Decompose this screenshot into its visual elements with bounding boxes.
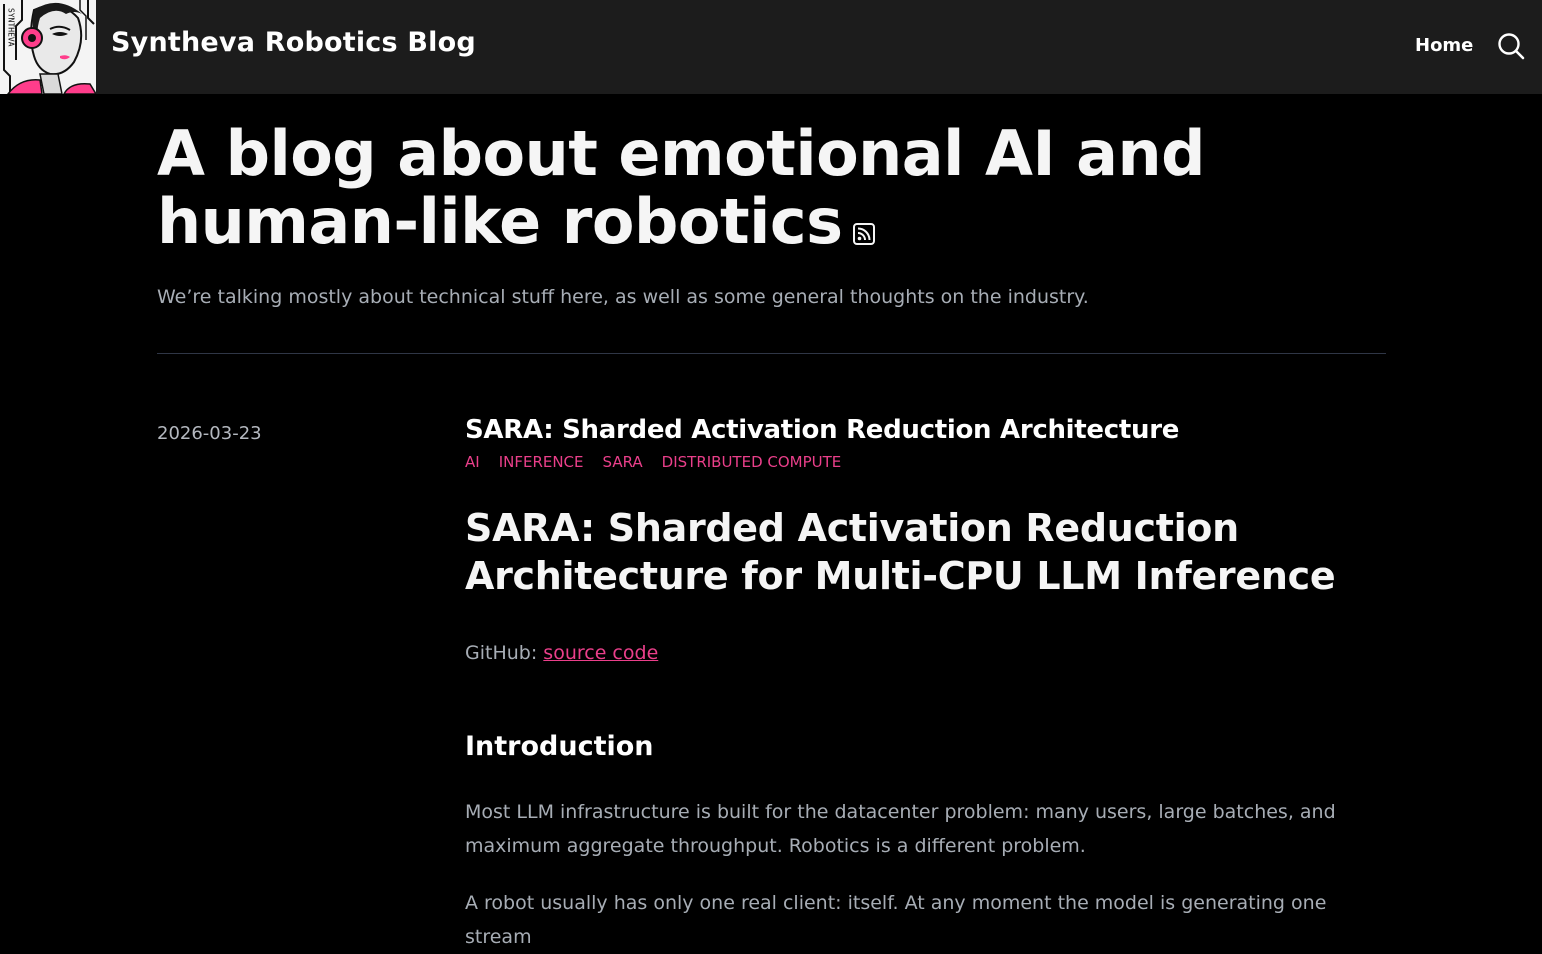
github-label: GitHub: (465, 642, 544, 664)
logo-wordmark: SYNTHEVA (7, 8, 16, 47)
article-heading: SARA: Sharded Activation Reduction Archi… (465, 506, 1336, 598)
post-date: 2026-03-23 (157, 423, 262, 444)
intro-paragraph: A robot usually has only one real client… (465, 892, 1327, 948)
tag-inference[interactable]: INFERENCE (499, 453, 584, 471)
section-divider (157, 353, 1386, 354)
site-header: SYNTHEVA Syntheva Robotics Blog Home (0, 0, 1542, 94)
page-title: A blog about emotional AI and human-like… (157, 120, 1357, 256)
section-heading-introduction: Introduction (465, 731, 654, 762)
site-title[interactable]: Syntheva Robotics Blog (111, 27, 476, 58)
page-title-text: A blog about emotional AI and human-like… (157, 117, 1205, 258)
intro-paragraph: Most LLM infrastructure is built for the… (465, 801, 1336, 857)
search-button[interactable] (1496, 32, 1526, 62)
github-source-link[interactable]: source code (543, 642, 658, 664)
post-title-link[interactable]: SARA: Sharded Activation Reduction Archi… (465, 415, 1179, 445)
tag-ai[interactable]: AI (465, 453, 480, 471)
tag-sara[interactable]: SARA (603, 453, 643, 471)
tag-distributed-compute[interactable]: DISTRIBUTED COMPUTE (662, 453, 842, 471)
nav-home-link[interactable]: Home (1415, 35, 1473, 56)
site-logo[interactable]: SYNTHEVA (0, 0, 96, 94)
search-icon (1498, 33, 1525, 60)
page-subtitle: We’re talking mostly about technical stu… (157, 286, 1089, 308)
rss-icon (852, 223, 875, 245)
github-line: GitHub: source code (465, 642, 658, 664)
rss-feed-link[interactable] (852, 190, 875, 245)
post-tags: AI INFERENCE SARA DISTRIBUTED COMPUTE (465, 453, 841, 471)
robot-portrait-logo: SYNTHEVA (0, 0, 96, 94)
